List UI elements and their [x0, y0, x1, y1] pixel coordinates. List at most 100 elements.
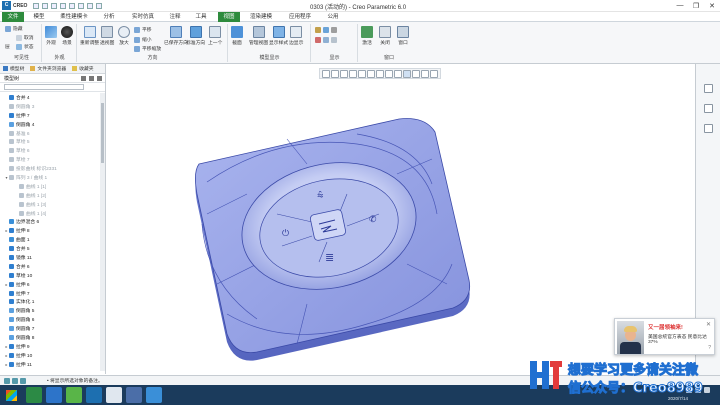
- unhide-button[interactable]: 取消: [16, 34, 34, 41]
- scene-button[interactable]: 场景: [61, 26, 73, 46]
- maximize-button[interactable]: ❐: [688, 0, 704, 11]
- tree-item[interactable]: 倒圆角 7: [0, 324, 105, 333]
- tree-search-input[interactable]: [4, 84, 84, 90]
- taskbar-app-icon[interactable]: [46, 387, 62, 403]
- tab-folder-browser[interactable]: 文件夹浏览器: [27, 65, 69, 72]
- tab-model[interactable]: 模型: [28, 12, 50, 22]
- status-button[interactable]: 状态: [16, 43, 34, 50]
- tree-item[interactable]: ▸拉伸 11: [0, 369, 105, 371]
- edge-display-button[interactable]: 边显示: [289, 26, 303, 46]
- taskbar-app-icon[interactable]: [66, 387, 82, 403]
- tree-item[interactable]: 曲线 1 [4]: [0, 209, 105, 218]
- windows-icon[interactable]: [87, 2, 94, 9]
- tree-item[interactable]: 合并 5: [0, 244, 105, 253]
- hide-button[interactable]: 隐藏: [5, 25, 23, 32]
- tree-filter-icon[interactable]: [81, 75, 86, 81]
- tab-flexible-modeling[interactable]: 柔性建模卡: [54, 12, 94, 22]
- tab-model-tree[interactable]: 模型树: [0, 65, 27, 72]
- tree-item[interactable]: 曲线 1 [1]: [0, 182, 105, 191]
- tab-live-simulation[interactable]: 实时仿真: [126, 12, 160, 22]
- taskbar-app-icon[interactable]: [126, 387, 142, 403]
- close-popup-icon[interactable]: ✕: [706, 321, 711, 328]
- saved-orientations-button[interactable]: 已保存方向: [164, 26, 188, 46]
- tab-common[interactable]: 公用: [322, 12, 344, 22]
- tab-favorites[interactable]: 收藏夹: [69, 65, 96, 72]
- graphics-viewport[interactable]: ⩯ ≣ ⏻ ✆: [107, 64, 690, 375]
- tab-view[interactable]: 视图: [218, 12, 240, 22]
- tree-columns-icon[interactable]: [97, 75, 102, 81]
- tree-item[interactable]: 草绘 6: [0, 146, 105, 155]
- taskbar-app-icon[interactable]: [146, 387, 162, 403]
- start-button[interactable]: [0, 385, 22, 405]
- browser-icon[interactable]: [704, 124, 713, 133]
- tree-item[interactable]: 倒圆角 5: [0, 306, 105, 315]
- tree-item[interactable]: ▸拉伸 11: [0, 360, 105, 369]
- tab-applications[interactable]: 应用程序: [282, 12, 318, 22]
- tree-item[interactable]: 镜像 11: [0, 253, 105, 262]
- zoom-in-button[interactable]: 放大: [118, 26, 130, 46]
- tree-item[interactable]: 实体化 1: [0, 297, 105, 306]
- tree-item[interactable]: 拉伸 7: [0, 289, 105, 298]
- status-nav-icon[interactable]: [4, 377, 10, 384]
- taskbar-app-icon[interactable]: [106, 387, 122, 403]
- manage-views-button[interactable]: 管理视图: [249, 26, 268, 46]
- tree-item[interactable]: ▸ 拉伸 10: [0, 351, 105, 360]
- tree-item[interactable]: 草绘 10: [0, 271, 105, 280]
- tab-analysis[interactable]: 分析: [98, 12, 120, 22]
- tree-item[interactable]: 基准 6: [0, 129, 105, 138]
- popup-info-icon[interactable]: ?: [708, 345, 711, 351]
- layer-button[interactable]: 层: [5, 43, 10, 50]
- save-icon[interactable]: [51, 2, 58, 9]
- tree-item[interactable]: 曲线 1 [2]: [0, 191, 105, 200]
- status-browser-icon[interactable]: [12, 377, 18, 384]
- refit-button[interactable]: 重新调整: [80, 26, 99, 46]
- close-window-icon[interactable]: [96, 2, 103, 9]
- tree-scrollbar[interactable]: [100, 93, 105, 371]
- tree-item[interactable]: ▸ 拉伸 6: [0, 280, 105, 289]
- tree-item[interactable]: 草绘 5: [0, 137, 105, 146]
- tree-item[interactable]: 草绘 7: [0, 155, 105, 164]
- section-button[interactable]: 截面: [231, 26, 243, 46]
- tab-render[interactable]: 渲染建模: [244, 12, 278, 22]
- pan-button[interactable]: 平移: [134, 26, 152, 33]
- tree-item[interactable]: 倒圆角 6: [0, 315, 105, 324]
- tree-item[interactable]: 拉伸 7: [0, 111, 105, 120]
- tree-settings-icon[interactable]: [89, 75, 94, 81]
- tree-item[interactable]: ▸ 拉伸 9: [0, 342, 105, 351]
- status-fullscreen-icon[interactable]: [20, 377, 26, 384]
- undo-icon[interactable]: [60, 2, 67, 9]
- taskbar-app-icon[interactable]: [86, 387, 102, 403]
- render-icon[interactable]: [704, 104, 713, 113]
- scrollbar-thumb[interactable]: [101, 103, 104, 163]
- tree-item[interactable]: 倒圆角 8: [0, 333, 105, 342]
- tree-item[interactable]: 合并 4: [0, 93, 105, 102]
- tree-item[interactable]: 边界混合 6: [0, 217, 105, 226]
- zoom-out-button[interactable]: 缩小: [134, 36, 152, 43]
- tree-item[interactable]: 合并 6: [0, 262, 105, 271]
- news-title[interactable]: 又一届领袖来!: [648, 323, 683, 331]
- tree-item[interactable]: ▸ 拉伸 8: [0, 226, 105, 235]
- tree-item[interactable]: 曲面 1: [0, 235, 105, 244]
- show-datum-planes[interactable]: [315, 27, 337, 33]
- open-icon[interactable]: [42, 2, 49, 9]
- perspective-button[interactable]: 透视图: [100, 26, 114, 46]
- close-view-button[interactable]: 关闭: [379, 26, 391, 46]
- window-button[interactable]: 窗口: [397, 26, 409, 46]
- previous-view-button[interactable]: 上一个: [208, 26, 222, 46]
- tab-file[interactable]: 文件: [2, 12, 24, 22]
- tree-item[interactable]: 曲线 1 [3]: [0, 200, 105, 209]
- appearance-button[interactable]: 外观: [45, 26, 57, 46]
- pan-zoom-button[interactable]: 平移缩放: [134, 45, 161, 52]
- tab-annotate[interactable]: 注释: [164, 12, 186, 22]
- display-style-button[interactable]: 显示样式: [269, 26, 288, 46]
- tab-tools[interactable]: 工具: [190, 12, 212, 22]
- tree-item[interactable]: 倒圆角 3: [0, 102, 105, 111]
- tree-item[interactable]: 投影曲线 标识2331: [0, 164, 105, 173]
- tree-item[interactable]: ▾ 阵列 3 / 曲线 1: [0, 173, 105, 182]
- regenerate-icon[interactable]: [78, 2, 85, 9]
- show-csys[interactable]: [315, 37, 337, 43]
- minimize-button[interactable]: —: [672, 0, 688, 11]
- close-button[interactable]: ✕: [704, 0, 720, 11]
- standard-orientation-button[interactable]: 标准方向: [186, 26, 205, 46]
- new-icon[interactable]: [33, 2, 40, 9]
